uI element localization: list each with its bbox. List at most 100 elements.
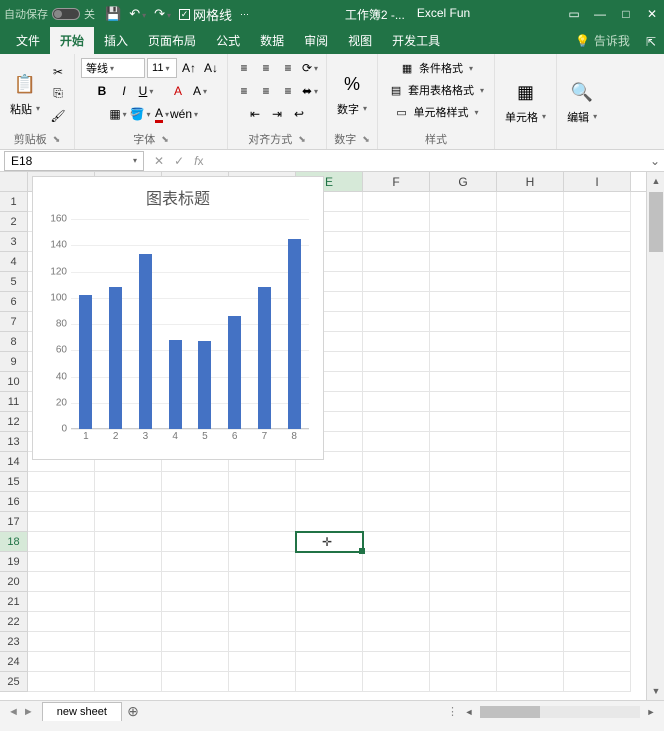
cell[interactable] — [95, 592, 162, 612]
vscroll-thumb[interactable] — [649, 192, 663, 252]
cell[interactable] — [497, 192, 564, 212]
phonetic-icon[interactable]: wén▾ — [174, 104, 194, 124]
cell[interactable] — [430, 192, 497, 212]
clipboard-launcher-icon[interactable]: ⬊ — [53, 134, 61, 145]
increase-indent-icon[interactable]: ⇥ — [267, 104, 287, 124]
cell[interactable] — [430, 432, 497, 452]
cell[interactable] — [497, 332, 564, 352]
cell[interactable] — [162, 552, 229, 572]
row-header[interactable]: 11 — [0, 392, 28, 412]
qat-dropdown-icon[interactable]: ⋯ — [240, 9, 249, 20]
cell[interactable] — [363, 312, 430, 332]
align-bottom-icon[interactable]: ≡ — [278, 58, 298, 78]
cell[interactable] — [95, 612, 162, 632]
chart-bar[interactable] — [139, 254, 152, 429]
cell[interactable] — [497, 572, 564, 592]
row-header[interactable]: 15 — [0, 472, 28, 492]
cell[interactable] — [430, 552, 497, 572]
cell[interactable] — [430, 652, 497, 672]
cell[interactable] — [363, 232, 430, 252]
hscroll-thumb[interactable] — [480, 706, 540, 718]
increase-font-icon[interactable]: A↑ — [179, 58, 199, 78]
cell[interactable] — [430, 452, 497, 472]
cell[interactable] — [28, 512, 95, 532]
cell[interactable] — [497, 312, 564, 332]
sheet-nav-next-icon[interactable]: ► — [23, 706, 34, 718]
hscroll-right-icon[interactable]: ► — [644, 705, 658, 719]
worksheet-grid[interactable]: ABCDEFGHI 123456789101112131415161718✛19… — [0, 172, 664, 700]
font-name-combo[interactable]: 等线▾ — [81, 58, 145, 78]
wrap-text-icon[interactable]: ↩ — [289, 104, 309, 124]
chart-bar[interactable] — [228, 316, 241, 429]
cell[interactable] — [363, 532, 430, 552]
chart-bar[interactable] — [258, 287, 271, 429]
cell[interactable] — [162, 632, 229, 652]
paste-button[interactable]: 📋 粘贴▾ — [6, 69, 44, 119]
formula-expand-icon[interactable]: ⌄ — [646, 154, 664, 168]
cell[interactable] — [363, 272, 430, 292]
cell[interactable] — [162, 532, 229, 552]
cell[interactable] — [497, 592, 564, 612]
cell[interactable] — [497, 532, 564, 552]
select-all-corner[interactable] — [0, 172, 28, 191]
new-sheet-button[interactable]: ⊕ — [122, 703, 144, 720]
cell[interactable] — [564, 272, 631, 292]
cell[interactable] — [564, 612, 631, 632]
row-header[interactable]: 23 — [0, 632, 28, 652]
cell[interactable] — [363, 492, 430, 512]
cell[interactable] — [28, 572, 95, 592]
cell[interactable] — [363, 412, 430, 432]
cell[interactable] — [28, 632, 95, 652]
row-header[interactable]: 24 — [0, 652, 28, 672]
cell[interactable] — [95, 572, 162, 592]
row-header[interactable]: 4 — [0, 252, 28, 272]
align-right-icon[interactable]: ≡ — [278, 81, 298, 101]
maximize-icon[interactable]: □ — [618, 6, 634, 22]
cell[interactable] — [430, 252, 497, 272]
cell[interactable] — [363, 432, 430, 452]
cell[interactable] — [430, 632, 497, 652]
row-header[interactable]: 12 — [0, 412, 28, 432]
cell[interactable] — [363, 392, 430, 412]
cell[interactable] — [95, 512, 162, 532]
tell-me[interactable]: 💡告诉我 — [567, 27, 638, 54]
namebox-dropdown-icon[interactable]: ▾ — [133, 156, 137, 165]
row-header[interactable]: 20 — [0, 572, 28, 592]
cell[interactable] — [430, 232, 497, 252]
undo-icon[interactable]: ↶▾ — [129, 6, 146, 22]
cell[interactable] — [497, 292, 564, 312]
cell[interactable] — [28, 492, 95, 512]
borders-icon[interactable]: ▦▾ — [108, 104, 128, 124]
cell[interactable] — [564, 292, 631, 312]
tab-insert[interactable]: 插入 — [94, 27, 138, 54]
cell[interactable] — [296, 632, 363, 652]
tab-file[interactable]: 文件 — [6, 27, 50, 54]
cell[interactable] — [296, 512, 363, 532]
minimize-icon[interactable]: — — [592, 6, 608, 22]
cell[interactable] — [296, 572, 363, 592]
cell[interactable] — [162, 512, 229, 532]
close-icon[interactable]: ✕ — [644, 6, 660, 22]
cell[interactable] — [430, 532, 497, 552]
cell[interactable] — [497, 672, 564, 692]
cell[interactable] — [162, 672, 229, 692]
cell[interactable] — [229, 512, 296, 532]
cell[interactable] — [497, 552, 564, 572]
cell[interactable] — [363, 612, 430, 632]
cell[interactable] — [363, 632, 430, 652]
format-as-table-button[interactable]: ▤套用表格格式▾ — [384, 80, 488, 100]
cell[interactable] — [430, 492, 497, 512]
cell[interactable] — [430, 592, 497, 612]
hscroll-left-icon[interactable]: ◄ — [462, 705, 476, 719]
row-header[interactable]: 8 — [0, 332, 28, 352]
cell[interactable] — [497, 652, 564, 672]
cell[interactable] — [28, 592, 95, 612]
cell[interactable] — [430, 312, 497, 332]
formula-cancel-icon[interactable]: ✕ — [154, 154, 164, 168]
cell[interactable] — [296, 472, 363, 492]
row-header[interactable]: 10 — [0, 372, 28, 392]
row-header[interactable]: 13 — [0, 432, 28, 452]
cell[interactable] — [564, 412, 631, 432]
cell[interactable]: ✛ — [296, 532, 363, 552]
name-box[interactable]: E18▾ — [4, 151, 144, 171]
